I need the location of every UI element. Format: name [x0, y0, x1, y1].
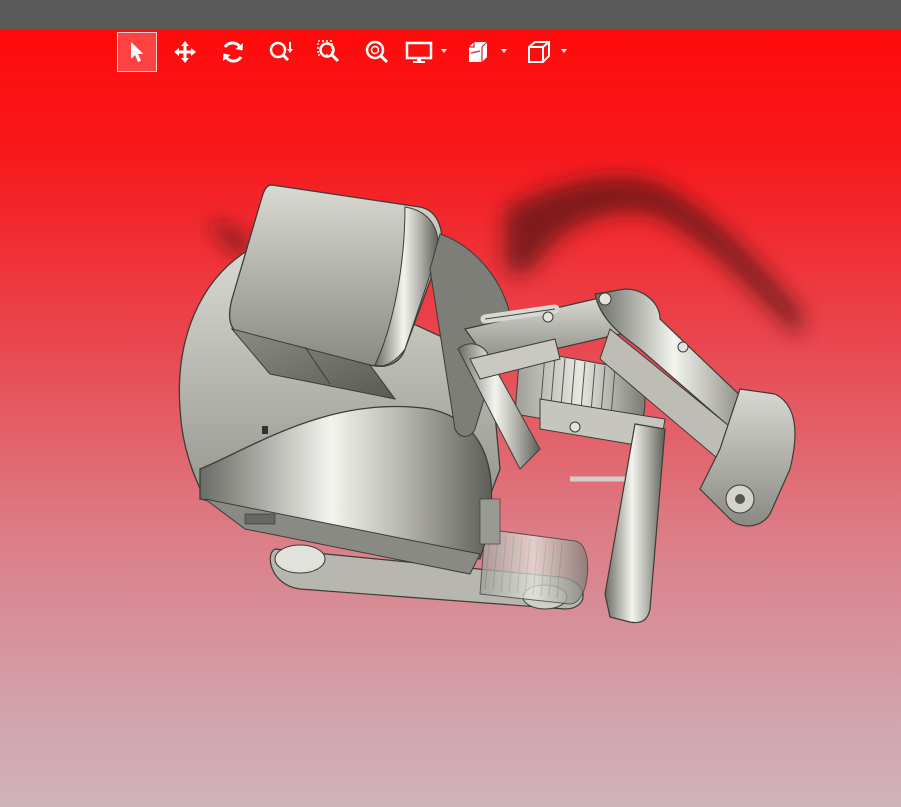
excavator-model-render[interactable] [0, 29, 901, 807]
zoom-window-tool-button[interactable] [309, 32, 349, 72]
cursor-arrow-icon [131, 42, 144, 62]
chevron-down-icon [561, 49, 567, 53]
zoom-window-icon [317, 40, 340, 63]
zoom-fit-icon [365, 40, 389, 64]
section-cube-icon [469, 41, 488, 62]
wireframe-cube-icon [528, 41, 550, 63]
display-mode-menu-button[interactable] [405, 32, 457, 72]
zoom-updown-icon [269, 41, 293, 62]
chevron-down-icon [441, 49, 447, 53]
zoom-fit-tool-button[interactable] [357, 32, 397, 72]
3d-viewport[interactable] [0, 29, 901, 807]
chevron-down-icon [501, 49, 507, 53]
section-view-menu-button[interactable] [465, 32, 517, 72]
zoom-tool-button[interactable] [261, 32, 301, 72]
pan-tool-button[interactable] [165, 32, 205, 72]
move-arrows-icon [174, 41, 196, 63]
view-toolbar [117, 32, 585, 72]
monitor-icon [405, 41, 433, 63]
rotate-icon [223, 41, 243, 63]
view-orientation-menu-button[interactable] [525, 32, 577, 72]
select-tool-button[interactable] [117, 32, 157, 72]
rotate-tool-button[interactable] [213, 32, 253, 72]
title-bar [0, 0, 901, 29]
